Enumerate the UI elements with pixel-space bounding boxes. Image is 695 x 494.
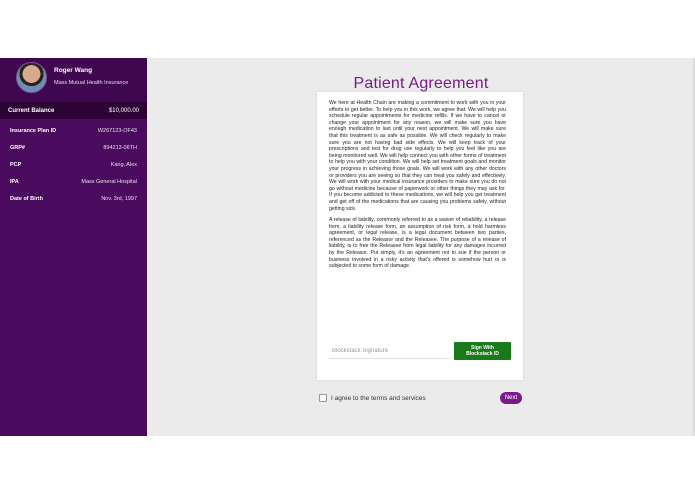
info-value: Mass General Hospital xyxy=(81,178,137,185)
info-row-dob: Date of Birth Nov. 3rd, 1997 xyxy=(0,190,147,207)
avatar xyxy=(16,62,47,93)
info-row-grp: GRP# 894213-06TH xyxy=(0,139,147,156)
info-label: PCP xyxy=(10,161,22,168)
profile-insurer: Mass Mutual Health Insurance xyxy=(54,80,129,86)
agreement-text: We here at Health Chain are making a com… xyxy=(329,100,506,275)
agreement-paragraph-2: A release of liability, commonly referre… xyxy=(329,217,506,270)
info-value: Nov. 3rd, 1997 xyxy=(101,195,137,202)
main-content: Patient Agreement We here at Health Chai… xyxy=(147,58,695,436)
profile-name: Roger Wang xyxy=(54,67,93,74)
info-value: Kang, Alex xyxy=(110,161,137,168)
agree-label: I agree to the terms and services xyxy=(331,394,426,402)
next-button[interactable]: Next xyxy=(500,392,522,404)
agree-terms-row[interactable]: I agree to the terms and services xyxy=(319,394,426,402)
info-value: 894213-06TH xyxy=(103,144,137,151)
info-label: IPA xyxy=(10,178,19,185)
agree-checkbox[interactable] xyxy=(319,394,327,402)
app-container: Roger Wang Mass Mutual Health Insurance … xyxy=(0,58,695,436)
balance-label: Current Balance xyxy=(8,107,55,114)
info-row-plan-id: Insurance Plan ID W267123-OF43 xyxy=(0,122,147,139)
profile-header: Roger Wang Mass Mutual Health Insurance xyxy=(0,58,147,102)
agreement-paragraph-1: We here at Health Chain are making a com… xyxy=(329,100,506,212)
profile-text: Roger Wang Mass Mutual Health Insurance xyxy=(54,67,128,87)
info-value: W267123-OF43 xyxy=(97,127,137,134)
current-balance-row: Current Balance $10,000.00 xyxy=(0,102,147,119)
info-label: Insurance Plan ID xyxy=(10,127,57,134)
info-row-pcp: PCP Kang, Alex xyxy=(0,156,147,173)
info-label: Date of Birth xyxy=(10,195,43,202)
info-label: GRP# xyxy=(10,144,25,151)
balance-value: $10,000.00 xyxy=(108,107,139,114)
signature-input[interactable] xyxy=(329,344,450,359)
sign-with-blockstack-button[interactable]: Sign With Blockstack ID xyxy=(454,342,511,360)
info-row-ipa: IPA Mass General Hospital xyxy=(0,173,147,190)
page-title: Patient Agreement xyxy=(353,74,489,92)
agreement-card[interactable]: We here at Health Chain are making a com… xyxy=(317,92,523,380)
sidebar: Roger Wang Mass Mutual Health Insurance … xyxy=(0,58,147,436)
insurance-info: Insurance Plan ID W267123-OF43 GRP# 8942… xyxy=(0,119,147,207)
